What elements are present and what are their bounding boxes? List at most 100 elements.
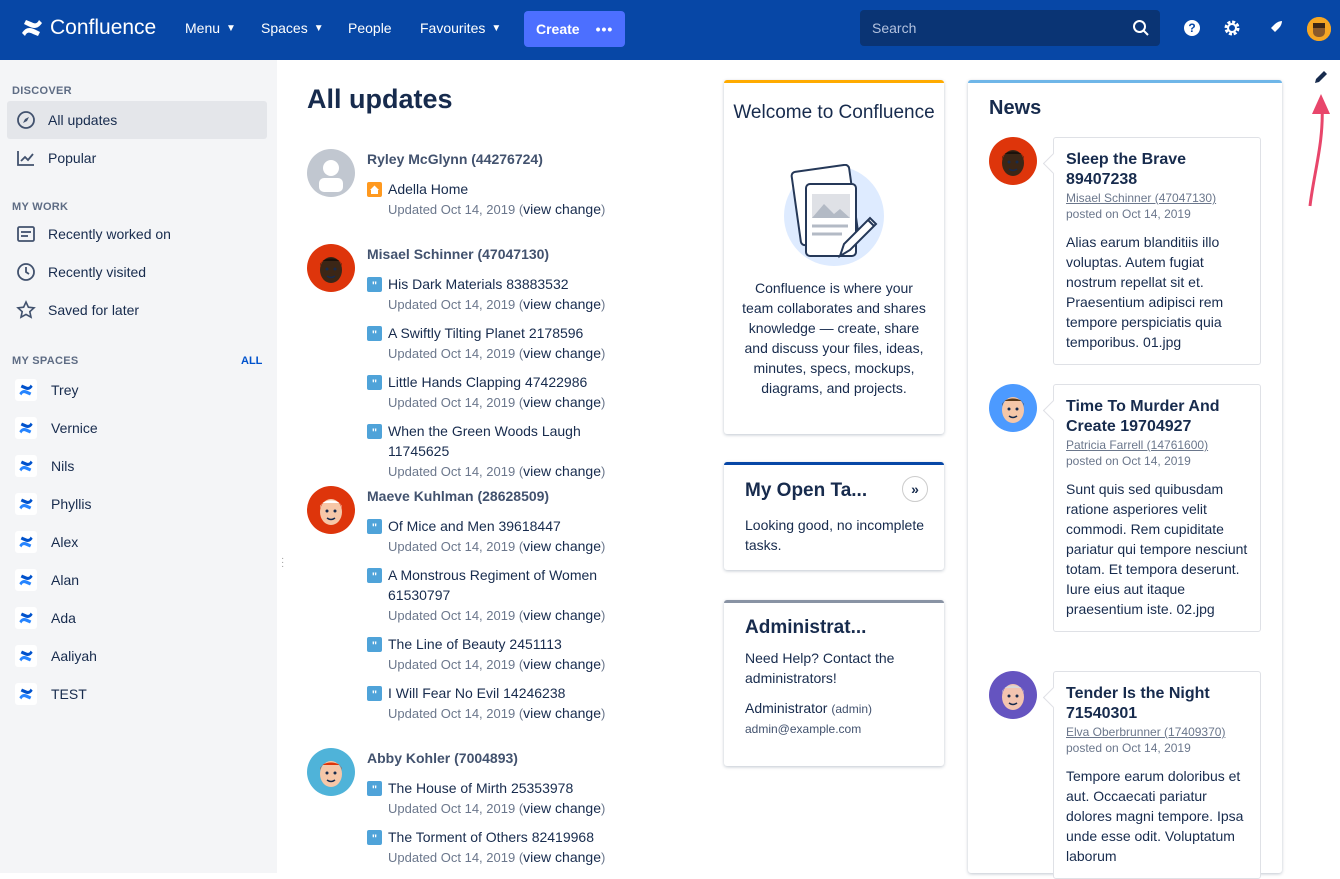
sidebar-space-item[interactable]: Alan	[15, 565, 79, 595]
sidebar-space-item[interactable]: Nils	[15, 451, 74, 481]
edit-pencil-icon[interactable]	[1313, 69, 1329, 85]
sidebar-item-recently-worked-on[interactable]: Recently worked on	[7, 215, 267, 253]
news-item-title[interactable]: Sleep the Brave 89407238	[1066, 150, 1248, 190]
view-change-link[interactable]: view change	[523, 296, 601, 312]
search-input[interactable]: Search	[860, 10, 1160, 46]
svg-text:": "	[372, 280, 377, 290]
update-item: " When the Green Woods Laugh 11745625 Upd…	[367, 421, 607, 482]
sidebar-item-label: All updates	[48, 112, 118, 128]
update-title-row[interactable]: " A Monstrous Regiment of Women 61530797	[367, 565, 607, 605]
update-title-row[interactable]: " The Torment of Others 82419968	[367, 827, 697, 847]
view-change-link[interactable]: view change	[523, 463, 601, 479]
help-icon[interactable]: ?	[1182, 18, 1202, 38]
update-meta-close: )	[600, 464, 606, 479]
svg-text:": "	[372, 833, 377, 843]
sidebar-item-recently-visited[interactable]: Recently visited	[7, 253, 267, 291]
update-date: Updated Oct 14, 2019 (	[388, 539, 524, 554]
user-name[interactable]: Abby Kohler (7004893)	[367, 750, 518, 766]
avatar[interactable]	[989, 137, 1037, 185]
avatar[interactable]	[307, 486, 355, 534]
news-bubble: Sleep the Brave 89407238 Misael Schinner…	[1053, 137, 1261, 365]
avatar[interactable]	[307, 244, 355, 292]
nav-people[interactable]: People	[348, 20, 392, 36]
sidebar-space-item[interactable]: TEST	[15, 679, 87, 709]
all-spaces-link[interactable]: ALL	[241, 355, 262, 367]
sidebar-item-saved-for-later[interactable]: Saved for later	[7, 291, 267, 329]
admin-email[interactable]: admin@example.com	[745, 722, 861, 736]
space-name: Ada	[51, 610, 76, 626]
user-avatar[interactable]	[1307, 17, 1331, 41]
chart-icon	[15, 147, 37, 169]
page-title: All updates	[307, 84, 453, 114]
sidebar-space-item[interactable]: Trey	[15, 375, 78, 405]
update-title-row[interactable]: " When the Green Woods Laugh 11745625	[367, 421, 607, 461]
space-logo-icon	[15, 607, 37, 629]
update-item: Adella Home Updated Oct 14, 2019 (view c…	[367, 179, 697, 220]
my-open-tasks-card: My Open Ta... » Looking good, no incompl…	[724, 462, 944, 570]
sidebar-space-item[interactable]: Ada	[15, 603, 76, 633]
view-change-link[interactable]: view change	[523, 607, 601, 623]
sidebar-item-popular[interactable]: Popular	[7, 139, 267, 177]
view-change-link[interactable]: view change	[523, 538, 601, 554]
nav-menu[interactable]: Menu ▼	[185, 20, 236, 36]
user-name[interactable]: Misael Schinner (47047130)	[367, 246, 549, 262]
news-item-author[interactable]: Patricia Farrell (14761600)	[1066, 437, 1248, 453]
double-chevron-right-icon[interactable]: »	[902, 476, 928, 502]
avatar[interactable]	[307, 748, 355, 796]
user-name[interactable]: Ryley McGlynn (44276724)	[367, 151, 543, 167]
avatar[interactable]	[307, 149, 355, 197]
update-title-row[interactable]: " Little Hands Clapping 47422986	[367, 372, 697, 392]
avatar[interactable]	[989, 671, 1037, 719]
sidebar-space-item[interactable]: Vernice	[15, 413, 98, 443]
space-name: Alex	[51, 534, 79, 550]
svg-text:?: ?	[1188, 21, 1195, 35]
view-change-link[interactable]: view change	[523, 705, 601, 721]
view-change-link[interactable]: view change	[523, 800, 601, 816]
user-name[interactable]: Maeve Kuhlman (28628509)	[367, 488, 549, 504]
settings-gear-icon[interactable]	[1222, 18, 1242, 38]
view-change-link[interactable]: view change	[523, 201, 601, 217]
view-change-link[interactable]: view change	[523, 849, 601, 865]
svg-text:": "	[372, 784, 377, 794]
news-item-author[interactable]: Elva Oberbrunner (17409370)	[1066, 724, 1248, 740]
create-button[interactable]: Create •••	[524, 11, 625, 47]
sidebar-resize-handle[interactable]: · · ·	[281, 554, 284, 572]
update-title-row[interactable]: " A Swiftly Tilting Planet 2178596	[367, 323, 697, 343]
document-illustration-icon	[784, 164, 884, 266]
sidebar-space-item[interactable]: Alex	[15, 527, 78, 557]
administrators-card: Administrat... Need Help? Contact the ad…	[724, 600, 944, 766]
update-title-row[interactable]: " The Line of Beauty 2451113	[367, 634, 697, 654]
news-item-title[interactable]: Time To Murder And Create 19704927	[1066, 397, 1248, 437]
sidebar-space-item[interactable]: Aaliyah	[15, 641, 97, 671]
space-logo-icon	[15, 531, 37, 553]
news-item-date: posted on Oct 14, 2019	[1066, 454, 1191, 468]
view-change-link[interactable]: view change	[523, 394, 601, 410]
update-title-row[interactable]: " I Will Fear No Evil 14246238	[367, 683, 697, 703]
notifications-rocket-icon[interactable]	[1265, 18, 1285, 38]
nav-favourites[interactable]: Favourites ▼	[420, 20, 501, 36]
avatar[interactable]	[989, 384, 1037, 432]
admin-person[interactable]: Administrator (admin)	[745, 700, 872, 716]
update-title: Adella Home	[388, 181, 469, 197]
update-date: Updated Oct 14, 2019 (	[388, 608, 524, 623]
more-icon[interactable]: •••	[596, 21, 614, 37]
space-name: Vernice	[51, 420, 98, 436]
welcome-card: Welcome to Confluence Confluence is wher…	[724, 80, 944, 434]
card-accent-bar	[724, 600, 944, 603]
chevron-down-icon: ▼	[313, 22, 324, 34]
view-change-link[interactable]: view change	[523, 345, 601, 361]
nav-menu-label: Menu	[185, 20, 221, 36]
space-name: Alan	[51, 572, 80, 588]
confluence-logo[interactable]: Confluence	[20, 16, 156, 40]
view-change-link[interactable]: view change	[523, 656, 601, 672]
nav-spaces[interactable]: Spaces ▼	[261, 20, 324, 36]
news-item-title[interactable]: Tender Is the Night 71540301	[1066, 684, 1248, 724]
update-title-row[interactable]: Adella Home	[367, 179, 697, 199]
sidebar-item-all-updates[interactable]: All updates	[7, 101, 267, 139]
update-title-row[interactable]: " The House of Mirth 25353978	[367, 778, 697, 798]
update-title-row[interactable]: " His Dark Materials 83883532	[367, 274, 697, 294]
welcome-description: Confluence is where your team collaborat…	[742, 280, 926, 396]
update-title-row[interactable]: " Of Mice and Men 39618447	[367, 516, 697, 536]
sidebar-space-item[interactable]: Phyllis	[15, 489, 91, 519]
news-item-author[interactable]: Misael Schinner (47047130)	[1066, 190, 1248, 206]
